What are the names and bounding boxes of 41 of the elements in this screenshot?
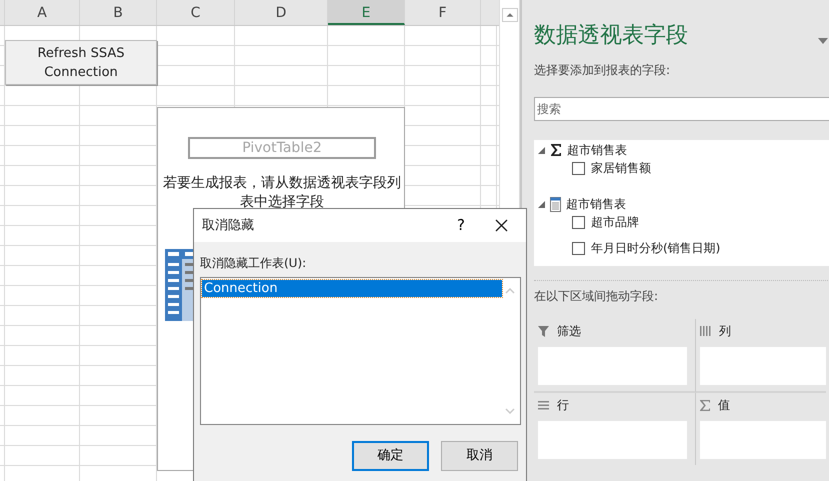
ok-button[interactable]: 确定 (352, 441, 429, 471)
table-icon (550, 196, 561, 212)
pivot-name: PivotTable2 (188, 137, 376, 159)
expanded-icon[interactable] (538, 200, 545, 208)
rows-icon (538, 400, 549, 410)
panel-subtitle: 选择要添加到报表的字段: (534, 62, 670, 79)
area-title: 筛选 (557, 323, 581, 340)
area-title: 值 (718, 397, 730, 414)
columns-icon (700, 326, 711, 336)
field-name[interactable]: 年月日时分秒(销售日期) (591, 239, 720, 257)
field-name[interactable]: 家居销售额 (591, 159, 651, 177)
checkbox[interactable] (572, 242, 585, 254)
help-button[interactable]: ? (457, 214, 465, 237)
table-name[interactable]: 超市销售表 (566, 195, 626, 213)
search-field[interactable]: 搜索 (534, 97, 829, 121)
cancel-button[interactable]: 取消 (441, 441, 518, 471)
table-name[interactable]: 超市销售表 (567, 141, 627, 159)
panel-title: 数据透视表字段 (534, 22, 688, 50)
checkbox[interactable] (572, 162, 585, 174)
close-button[interactable] (495, 219, 508, 232)
column-header[interactable]: E (328, 0, 405, 25)
checkbox[interactable] (572, 216, 585, 228)
refresh-button[interactable]: Refresh SSAS Connection (5, 40, 157, 85)
column-header[interactable]: B (80, 0, 157, 25)
pivot-hint: 若要生成报表，请从数据透视表字段列表中选择字段 (162, 174, 402, 212)
field-name[interactable]: 超市品牌 (591, 213, 639, 231)
column-header[interactable]: A (5, 0, 80, 25)
sigma-icon (700, 400, 710, 410)
filter-icon (538, 326, 549, 336)
scroll-up-icon[interactable] (502, 8, 518, 22)
sigma-icon (550, 144, 562, 156)
dialog-title: 取消隐藏 (202, 216, 255, 235)
area-title: 列 (719, 323, 731, 340)
column-header[interactable]: F (405, 0, 481, 25)
column-header[interactable]: C (157, 0, 235, 25)
list-label: 取消隐藏工作表(U): (200, 255, 306, 272)
areas-label: 在以下区域间拖动字段: (534, 288, 658, 305)
area-title: 行 (557, 397, 569, 414)
list-item[interactable]: Connection (202, 280, 502, 297)
dropdown-icon[interactable] (818, 38, 828, 44)
expanded-icon[interactable] (538, 146, 545, 154)
